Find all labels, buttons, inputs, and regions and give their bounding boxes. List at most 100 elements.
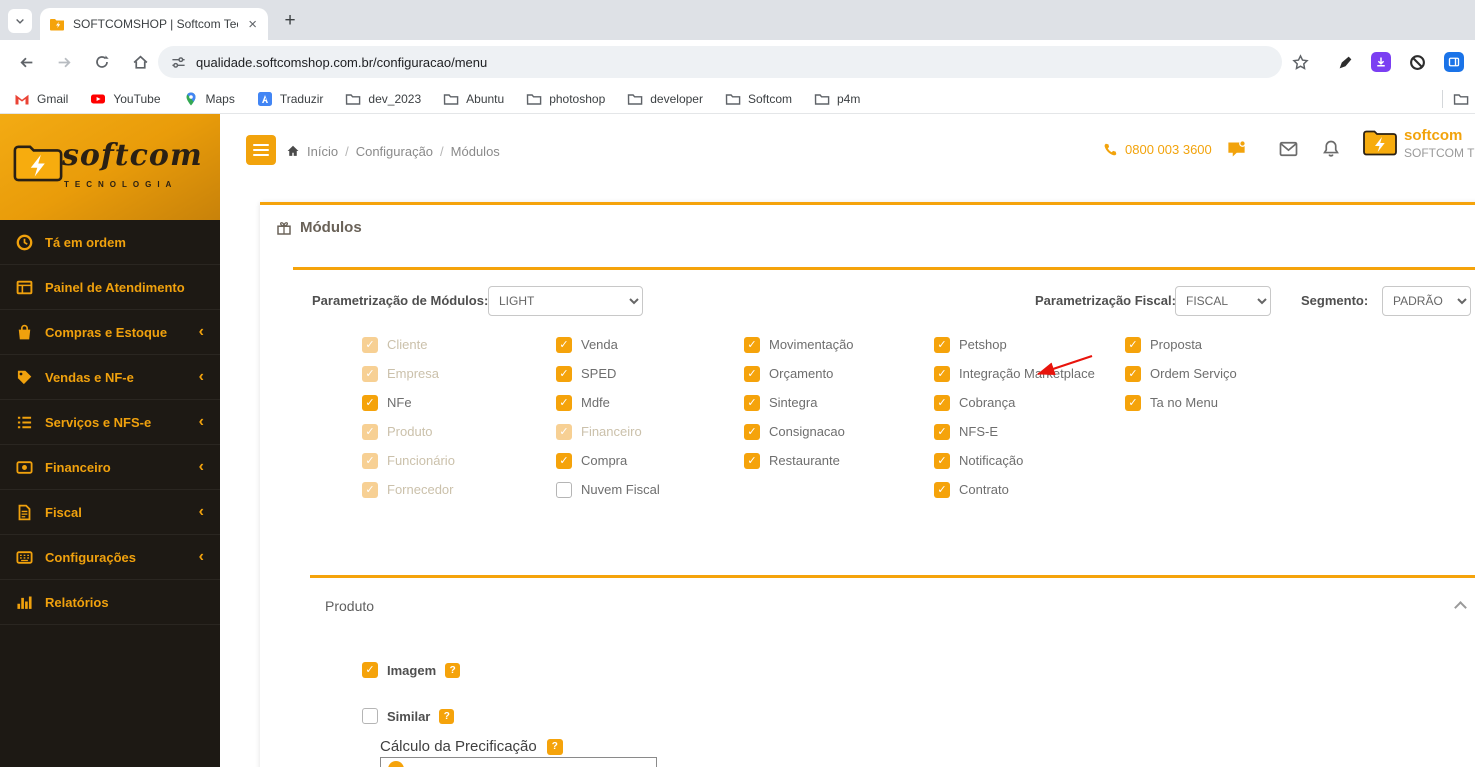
breadcrumb-inicio[interactable]: Início [307, 144, 338, 159]
module-checkbox[interactable]: ✓ [744, 395, 760, 411]
sidepanel-icon[interactable] [1441, 49, 1467, 75]
messages-envelope-icon[interactable] [1279, 141, 1301, 163]
similar-help-badge[interactable]: ? [439, 708, 455, 724]
module-toggle[interactable]: ✓ Consignacao [744, 424, 934, 440]
module-checkbox[interactable]: ✓ [556, 366, 572, 382]
download-extension-icon[interactable] [1368, 49, 1394, 75]
browser-tab[interactable]: SOFTCOMSHOP | Softcom Tec × [40, 8, 268, 40]
module-checkbox[interactable]: ✓ [362, 366, 378, 382]
bookmark-item[interactable]: dev_2023 [345, 91, 421, 107]
sidebar-item-relatorios[interactable]: Relatórios [0, 580, 220, 625]
module-checkbox[interactable]: ✓ [744, 337, 760, 353]
imagem-checkbox[interactable]: ✓ [362, 662, 378, 678]
bookmark-item[interactable]: photoshop [526, 91, 605, 107]
bookmark-item[interactable]: Softcom [725, 91, 792, 107]
module-checkbox[interactable]: ✓ [1125, 395, 1141, 411]
sidebar-logo[interactable]: softcom TECNOLOGIA [0, 114, 220, 220]
hamburger-menu-button[interactable] [246, 135, 276, 165]
new-tab-button[interactable]: + [278, 9, 302, 33]
bookmark-item[interactable]: Gmail [14, 91, 68, 107]
bookmark-item[interactable]: Maps [183, 91, 235, 107]
sidebar-item-configuracoes[interactable]: Configurações ‹ [0, 535, 220, 580]
module-checkbox[interactable]: ✓ [934, 337, 950, 353]
module-checkbox[interactable]: ✓ [362, 395, 378, 411]
module-toggle[interactable]: ✓ Proposta [1125, 337, 1237, 353]
module-toggle[interactable]: ✓ Ordem Serviço [1125, 366, 1237, 382]
module-toggle[interactable]: ✓ Contrato [934, 482, 1125, 498]
module-toggle[interactable]: Nuvem Fiscal [556, 482, 744, 498]
bookmark-item[interactable]: p4m [814, 91, 860, 107]
module-checkbox[interactable]: ✓ [1125, 366, 1141, 382]
notifications-bell-icon[interactable] [1322, 139, 1344, 161]
bookmark-item[interactable]: Abuntu [443, 91, 504, 107]
module-checkbox[interactable]: ✓ [362, 482, 378, 498]
module-toggle[interactable]: ✓ Sintegra [744, 395, 934, 411]
module-checkbox[interactable]: ✓ [362, 337, 378, 353]
module-toggle[interactable]: ✓ Funcionário [362, 453, 556, 469]
blocker-extension-icon[interactable] [1404, 49, 1430, 75]
module-checkbox[interactable]: ✓ [934, 395, 950, 411]
param-modulos-select[interactable]: LIGHT [488, 286, 643, 316]
bookmark-item[interactable]: Traduzir [257, 91, 323, 107]
support-phone-link[interactable]: 0800 003 3600 [1103, 142, 1212, 157]
bookmark-item[interactable]: YouTube [90, 91, 161, 107]
address-bar[interactable]: qualidade.softcomshop.com.br/configuraca… [158, 46, 1282, 78]
module-checkbox[interactable]: ✓ [744, 453, 760, 469]
module-toggle[interactable]: ✓ Mdfe [556, 395, 744, 411]
module-checkbox[interactable]: ✓ [362, 424, 378, 440]
breadcrumb-configuracao[interactable]: Configuração [356, 144, 433, 159]
segmento-select[interactable]: PADRÃO [1382, 286, 1471, 316]
tab-search-button[interactable] [8, 9, 32, 33]
module-toggle[interactable]: ✓ Orçamento [744, 366, 934, 382]
module-toggle[interactable]: ✓ Venda [556, 337, 744, 353]
module-toggle[interactable]: ✓ NFS-E [934, 424, 1125, 440]
module-checkbox[interactable]: ✓ [556, 395, 572, 411]
calculo-help-badge[interactable]: ? [546, 738, 563, 755]
sidebar-item-painel-de-atendimento[interactable]: Painel de Atendimento [0, 265, 220, 310]
module-toggle[interactable]: ✓ Notificação [934, 453, 1125, 469]
sidebar-item-servicos-e-nfse[interactable]: Serviços e NFS-e ‹ [0, 400, 220, 445]
back-button[interactable] [14, 50, 38, 74]
module-toggle[interactable]: ✓ Petshop [934, 337, 1125, 353]
sidebar-item-financeiro[interactable]: Financeiro ‹ [0, 445, 220, 490]
header-brand-logo[interactable]: softcom SOFTCOM T [1362, 127, 1474, 161]
module-toggle[interactable]: ✓ Financeiro [556, 424, 744, 440]
module-toggle[interactable]: ✓ Fornecedor [362, 482, 556, 498]
module-checkbox[interactable] [556, 482, 572, 498]
sidebar-item-vendas-e-nfe[interactable]: Vendas e NF-e ‹ [0, 355, 220, 400]
module-toggle[interactable]: ✓ Cobrança [934, 395, 1125, 411]
module-checkbox[interactable]: ✓ [556, 424, 572, 440]
module-toggle[interactable]: ✓ Ta no Menu [1125, 395, 1237, 411]
similar-checkbox[interactable] [362, 708, 378, 724]
refresh-button[interactable] [90, 50, 114, 74]
imagem-help-badge[interactable]: ? [445, 662, 461, 678]
eyedropper-extension-icon[interactable] [1332, 49, 1358, 75]
module-toggle[interactable]: ✓ Cliente [362, 337, 556, 353]
collapse-chevron-up-icon[interactable] [1454, 601, 1467, 614]
other-bookmarks-folder-icon[interactable] [1453, 91, 1469, 107]
forward-button[interactable] [52, 50, 76, 74]
module-toggle[interactable]: ✓ Movimentação [744, 337, 934, 353]
bookmark-star-icon[interactable] [1288, 50, 1312, 74]
module-checkbox[interactable]: ✓ [744, 366, 760, 382]
module-toggle[interactable]: ✓ NFe [362, 395, 556, 411]
sidebar-item-fiscal[interactable]: Fiscal ‹ [0, 490, 220, 535]
module-toggle[interactable]: ✓ Integração Marketplace [934, 366, 1125, 382]
module-checkbox[interactable]: ✓ [744, 424, 760, 440]
module-checkbox[interactable]: ✓ [362, 453, 378, 469]
module-checkbox[interactable]: ✓ [934, 453, 950, 469]
module-toggle[interactable]: ✓ SPED [556, 366, 744, 382]
tab-close-icon[interactable]: × [246, 17, 259, 32]
home-button[interactable] [128, 50, 152, 74]
chat-icon[interactable] [1226, 139, 1248, 161]
module-toggle[interactable]: ✓ Compra [556, 453, 744, 469]
module-checkbox[interactable]: ✓ [1125, 337, 1141, 353]
module-checkbox[interactable]: ✓ [934, 482, 950, 498]
module-toggle[interactable]: ✓ Restaurante [744, 453, 934, 469]
sidebar-item-ta-em-ordem[interactable]: Tá em ordem [0, 220, 220, 265]
site-settings-icon[interactable] [171, 55, 186, 70]
module-checkbox[interactable]: ✓ [556, 453, 572, 469]
module-toggle[interactable]: ✓ Produto [362, 424, 556, 440]
module-toggle[interactable]: ✓ Empresa [362, 366, 556, 382]
module-checkbox[interactable]: ✓ [934, 366, 950, 382]
